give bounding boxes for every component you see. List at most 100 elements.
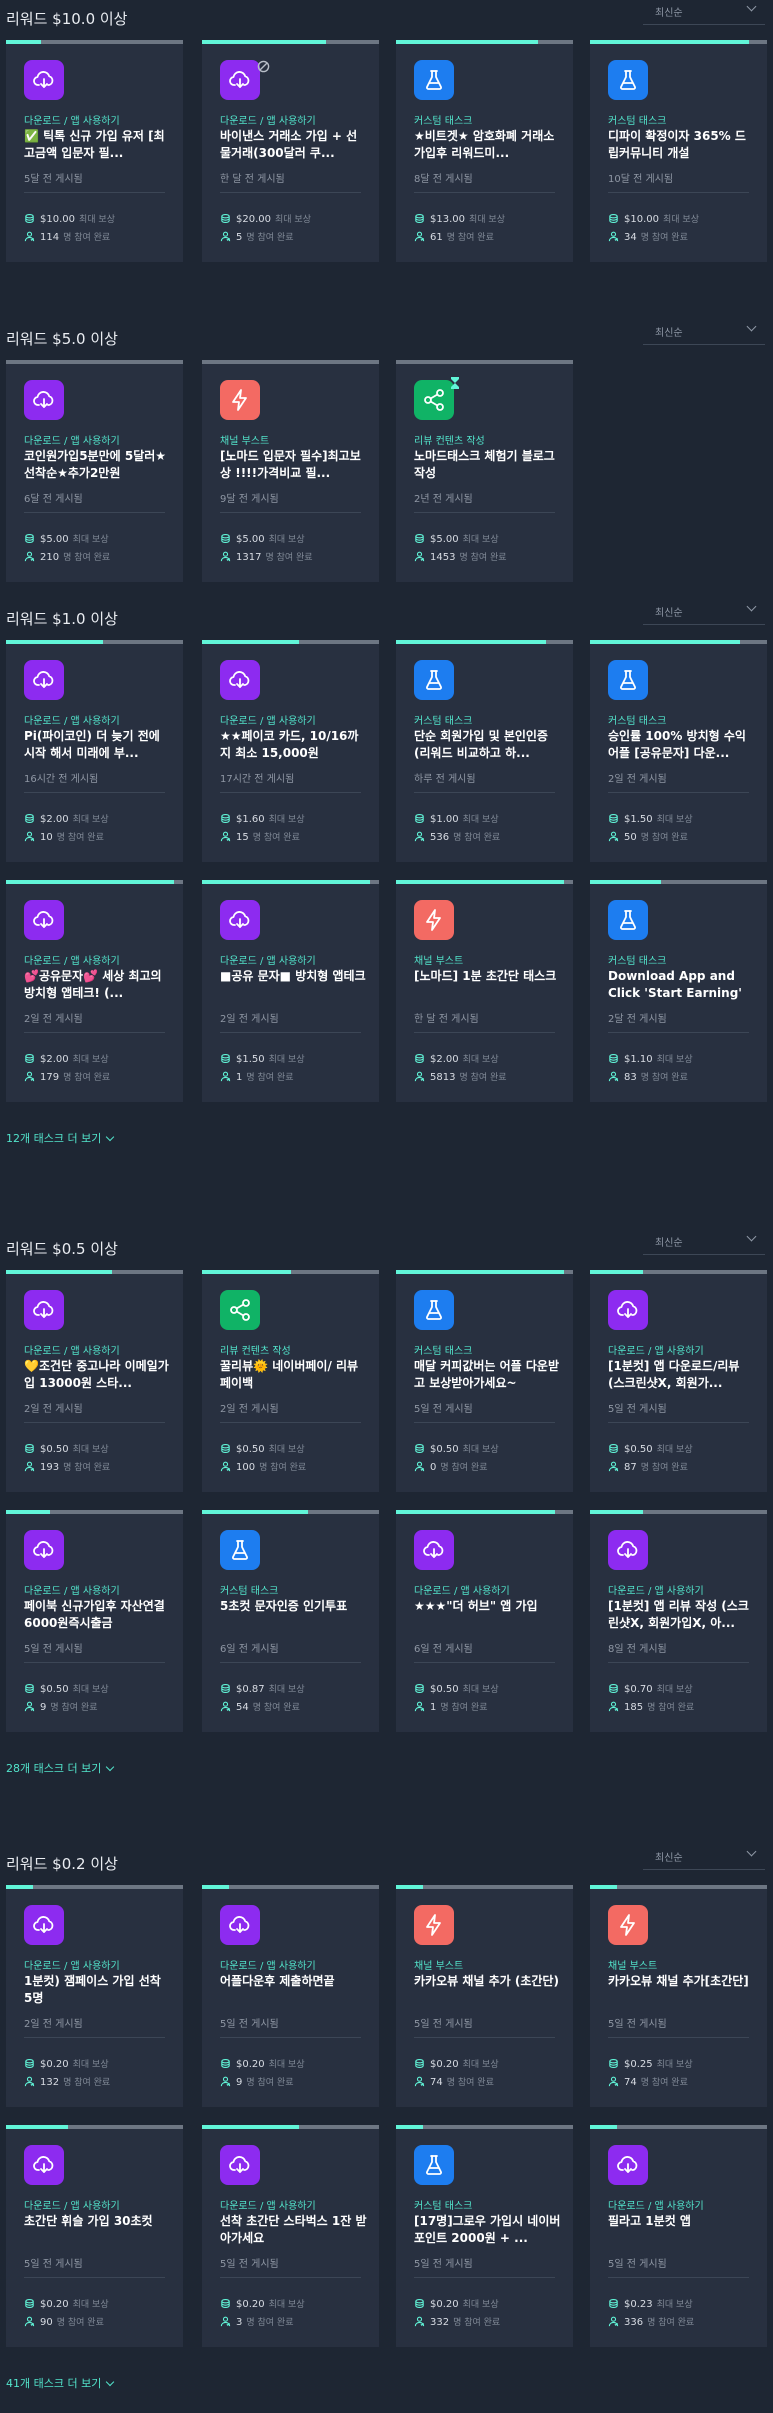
show-more-label: 28개 태스크 더 보기 <box>6 1762 102 1775</box>
posted-time: 2일 전 게시됨 <box>220 1404 279 1415</box>
task-title[interactable]: Pi(파이코인) 더 늦기 전에 시작 해서 미래에 부... <box>24 728 172 762</box>
task-title[interactable]: 5초컷 문자인증 인기투표 <box>220 1598 368 1632</box>
task-card[interactable]: 채널 부스트 [노마드] 1분 초간단 태스크 한 달 전 게시됨 $2.00 최대 보… <box>396 880 573 1102</box>
task-card[interactable]: 채널 부스트 카카오뷰 채널 추가 (초간단) 5일 전 게시됨 $0.20 최대 보상… <box>396 1885 573 2107</box>
progress-bar <box>590 2125 767 2129</box>
task-card[interactable]: 리뷰 컨텐츠 작성 노마드태스크 체험기 블로그 작성 2년 전 게시됨 $5.00 최… <box>396 360 573 582</box>
task-title[interactable]: 매달 커피값버는 어플 다운받고 보상받아가세요~ <box>414 1358 562 1392</box>
task-card[interactable]: 커스텀 태스크 단순 회원가입 및 본인인증(리워드 비교하고 하... 하루 전 … <box>396 640 573 862</box>
task-card[interactable]: 다운로드 / 앱 사용하기 💛조건단 중고나라 이메일가입 13000원 스타..… <box>6 1270 183 1492</box>
task-card[interactable]: 다운로드 / 앱 사용하기 [1분컷] 앱 리뷰 작성 (스크린샷X, 회원가입X… <box>590 1510 767 1732</box>
task-card[interactable]: 채널 부스트 카카오뷰 채널 추가[초간단] 5일 전 게시됨 $0.25 최대 보상 7… <box>590 1885 767 2107</box>
task-title[interactable]: 꿀리뷰🌞 네이버페이/ 리뷰 페이백 <box>220 1358 368 1392</box>
task-title[interactable]: 단순 회원가입 및 본인인증(리워드 비교하고 하... <box>414 728 562 762</box>
participants-count: 114 <box>40 232 60 243</box>
task-title[interactable]: [1분컷] 앱 리뷰 작성 (스크린샷X, 회원가입X, 아... <box>608 1598 756 1632</box>
progress-bar <box>396 2125 573 2129</box>
user-check-icon <box>608 1701 619 1712</box>
progress-bar <box>396 1885 573 1889</box>
task-type-icon <box>220 1905 260 1945</box>
task-type-icon <box>220 380 260 420</box>
task-card[interactable]: 다운로드 / 앱 사용하기 선착 초간단 스타벅스 1잔 받아가세요 5일 전 게시… <box>202 2125 379 2347</box>
coin-icon <box>25 1684 34 1693</box>
task-card[interactable]: 커스텀 태스크 [17명]그로우 가입시 네이버포인트 2000원 + ... 5일… <box>396 2125 573 2347</box>
task-card[interactable]: 다운로드 / 앱 사용하기 ★★★"더 허브" 앱 가입 6일 전 게시됨 $0.50… <box>396 1510 573 1732</box>
task-card[interactable]: 다운로드 / 앱 사용하기 어플다운후 제출하면끝 5일 전 게시됨 $0.20 최대 … <box>202 1885 379 2107</box>
user-check-icon <box>24 1701 35 1712</box>
task-title[interactable]: [노마드 입문자 필수]최고보상 !!!!가격비교 필... <box>220 448 368 482</box>
task-category: 다운로드 / 앱 사용하기 <box>608 1586 704 1597</box>
divider <box>414 512 555 513</box>
task-title[interactable]: 💕공유문자💕 세상 최고의 방치형 앱테크! (... <box>24 968 172 1002</box>
show-more-link[interactable]: 41개 태스크 더 보기 <box>6 2375 115 2391</box>
task-card[interactable]: 리뷰 컨텐츠 작성 꿀리뷰🌞 네이버페이/ 리뷰 페이백 2일 전 게시됨 $0.50… <box>202 1270 379 1492</box>
task-type-icon <box>608 1530 648 1570</box>
task-title[interactable]: 어플다운후 제출하면끝 <box>220 1973 368 2007</box>
user-check-icon <box>24 551 35 562</box>
task-title[interactable]: [1분컷] 앱 다운로드/리뷰 (스크린샷X, 회원가... <box>608 1358 756 1392</box>
task-title[interactable]: 💛조건단 중고나라 이메일가입 13000원 스타... <box>24 1358 172 1392</box>
task-title[interactable]: 필라고 1분컷 앱 <box>608 2213 756 2247</box>
task-card[interactable]: 커스텀 태스크 승인률 100% 방치형 수익어플 [공유문자] 다운... 2일 … <box>590 640 767 862</box>
task-card[interactable]: 다운로드 / 앱 사용하기 ■공유 문자■ 방치형 앱테크 2일 전 게시됨 $1.5… <box>202 880 379 1102</box>
task-title[interactable]: ■공유 문자■ 방치형 앱테크 <box>220 968 368 1002</box>
task-card[interactable]: 커스텀 태스크 5초컷 문자인증 인기투표 6일 전 게시됨 $0.87 최대 보상 54… <box>202 1510 379 1732</box>
participants-count: 15 <box>236 832 249 843</box>
task-card[interactable]: 다운로드 / 앱 사용하기 1분컷) 잼페이스 가입 선착 5명 2일 전 게시됨 $… <box>6 1885 183 2107</box>
coin-icon <box>609 1054 618 1063</box>
user-check-icon <box>24 1461 35 1472</box>
task-card[interactable]: 다운로드 / 앱 사용하기 💕공유문자💕 세상 최고의 방치형 앱테크! (...… <box>6 880 183 1102</box>
task-title[interactable]: 승인률 100% 방치형 수익어플 [공유문자] 다운... <box>608 728 756 762</box>
task-card[interactable]: 채널 부스트 [노마드 입문자 필수]최고보상 !!!!가격비교 필... 9달 전… <box>202 360 379 582</box>
reward-value: $0.50 <box>40 1684 69 1695</box>
task-title[interactable]: 선착 초간단 스타벅스 1잔 받아가세요 <box>220 2213 368 2247</box>
coin-icon <box>221 2299 230 2308</box>
task-title[interactable]: 페이북 신규가입후 자산연결 6000원즉시출금 <box>24 1598 172 1632</box>
task-card[interactable]: 다운로드 / 앱 사용하기 바이낸스 거래소 가입 + 선물거래(300달러 쿠.… <box>202 40 379 262</box>
user-check-icon <box>24 2316 35 2327</box>
task-title[interactable]: 카카오뷰 채널 추가 (초간단) <box>414 1973 562 2007</box>
task-title[interactable]: 카카오뷰 채널 추가[초간단] <box>608 1973 756 2007</box>
show-more-link[interactable]: 28개 태스크 더 보기 <box>6 1760 115 1776</box>
task-card[interactable]: 다운로드 / 앱 사용하기 필라고 1분컷 앱 5일 전 게시됨 $0.23 최대 보상… <box>590 2125 767 2347</box>
task-card[interactable]: 다운로드 / 앱 사용하기 Pi(파이코인) 더 늦기 전에 시작 해서 미래에 … <box>6 640 183 862</box>
task-title[interactable]: Download App and Click 'Start Earning' D… <box>608 968 756 1002</box>
task-card[interactable]: 다운로드 / 앱 사용하기 ✅ 틱톡 신규 가입 유저 [최고금액 입문자 필..… <box>6 40 183 262</box>
task-title[interactable]: 바이낸스 거래소 가입 + 선물거래(300달러 쿠... <box>220 128 368 162</box>
task-title[interactable]: [17명]그로우 가입시 네이버포인트 2000원 + ... <box>414 2213 562 2247</box>
task-title[interactable]: [노마드] 1분 초간단 태스크 <box>414 968 562 1002</box>
posted-time: 한 달 전 게시됨 <box>220 174 285 185</box>
task-card[interactable]: 커스텀 태스크 매달 커피값버는 어플 다운받고 보상받아가세요~ 5일 전 게시됨… <box>396 1270 573 1492</box>
coin-icon <box>25 214 34 223</box>
participants-count: 83 <box>624 1072 637 1083</box>
task-title[interactable]: 디파이 확정이자 365% 드립커뮤니티 개설 <box>608 128 756 162</box>
reward-row: $1.60 최대 보상 <box>220 812 305 825</box>
task-title[interactable]: 1분컷) 잼페이스 가입 선착 5명 <box>24 1973 172 2007</box>
task-title[interactable]: 코인원가입5분만에 5달러★선착순★추가2만원 <box>24 448 172 482</box>
task-card[interactable]: 다운로드 / 앱 사용하기 페이북 신규가입후 자산연결 6000원즉시출금 5일 … <box>6 1510 183 1732</box>
task-card[interactable]: 커스텀 태스크 Download App and Click 'Start Ear… <box>590 880 767 1102</box>
task-card[interactable]: 다운로드 / 앱 사용하기 ★★페이코 카드, 10/16까지 최소 15,000… <box>202 640 379 862</box>
progress-fill <box>396 1270 565 1274</box>
max-reward-label: 최대 보상 <box>462 2060 499 2070</box>
task-title[interactable]: ★★★"더 허브" 앱 가입 <box>414 1598 562 1632</box>
task-title[interactable]: ★비트겟★ 암호화폐 거래소 가입후 리워드미... <box>414 128 562 162</box>
reward-value: $5.00 <box>430 534 459 545</box>
task-card[interactable]: 커스텀 태스크 ★비트겟★ 암호화폐 거래소 가입후 리워드미... 8달 전 게시… <box>396 40 573 262</box>
show-more-link[interactable]: 12개 태스크 더 보기 <box>6 1130 115 1146</box>
task-category: 커스텀 태스크 <box>608 116 667 127</box>
task-card[interactable]: 다운로드 / 앱 사용하기 초간단 휘슬 가입 30초컷 5일 전 게시됨 $0.20… <box>6 2125 183 2347</box>
task-type-icon <box>24 660 64 700</box>
task-title[interactable]: 노마드태스크 체험기 블로그 작성 <box>414 448 562 482</box>
progress-bar <box>590 880 767 884</box>
reward-section: 리워드 $0.2 이상 최신순 다운로드 / 앱 사용하기 1분컷) 잼페이스 가입 … <box>0 1846 773 2413</box>
task-card[interactable]: 다운로드 / 앱 사용하기 코인원가입5분만에 5달러★선착순★추가2만원 6달 전… <box>6 360 183 582</box>
task-card[interactable]: 커스텀 태스크 디파이 확정이자 365% 드립커뮤니티 개설 10달 전 게시됨 $… <box>590 40 767 262</box>
task-title[interactable]: 초간단 휘슬 가입 30초컷 <box>24 2213 172 2247</box>
task-title[interactable]: ★★페이코 카드, 10/16까지 최소 15,000원 <box>220 728 368 762</box>
max-reward-label: 최대 보상 <box>656 1445 693 1455</box>
task-card[interactable]: 다운로드 / 앱 사용하기 [1분컷] 앱 다운로드/리뷰 (스크린샷X, 회원가… <box>590 1270 767 1492</box>
coin-icon <box>415 1684 424 1693</box>
reward-row: $2.00 최대 보상 <box>24 1052 109 1065</box>
task-title[interactable]: ✅ 틱톡 신규 가입 유저 [최고금액 입문자 필... <box>24 128 172 162</box>
